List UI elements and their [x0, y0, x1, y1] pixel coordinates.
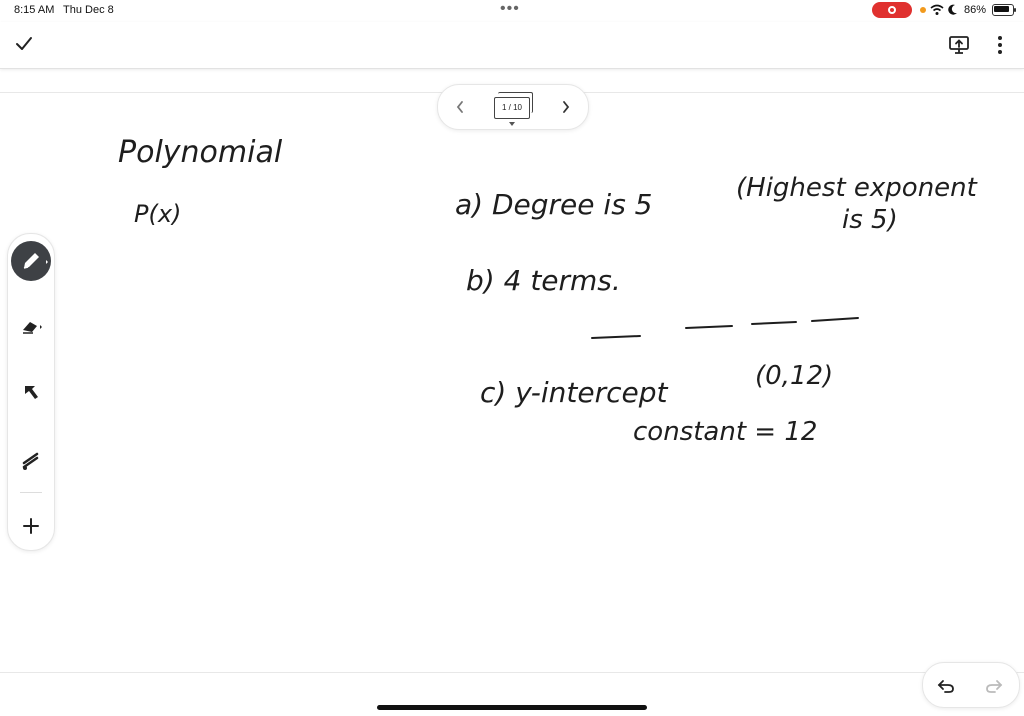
tool-palette	[7, 233, 55, 551]
ink-blank-2	[685, 325, 733, 329]
undo-redo-group	[922, 662, 1020, 708]
laser-icon[interactable]	[19, 448, 43, 472]
undo-icon[interactable]	[935, 674, 957, 696]
ink-line-a: a) Degree is 5	[455, 188, 653, 221]
pen-tool-button[interactable]	[11, 241, 51, 281]
add-icon[interactable]	[19, 514, 43, 538]
ink-line-a-note: (Highest exponent	[736, 173, 978, 203]
ink-line-c: c) y-intercept	[480, 376, 669, 409]
notes-app-screen: 8:15 AM Thu Dec 8 ••• 86% 1 / 10 Polynom…	[0, 0, 1024, 716]
ink-blank-3	[751, 321, 797, 325]
ink-line-b: b) 4 terms.	[466, 264, 621, 297]
ink-line-c-point: (0,12)	[755, 361, 833, 391]
ink-line-c2: constant = 12	[633, 417, 817, 447]
select-arrow-icon[interactable]	[19, 380, 43, 404]
ink-line-a-note2: is 5)	[842, 205, 898, 235]
ink-title: Polynomial	[118, 135, 283, 170]
home-indicator[interactable]	[377, 705, 647, 710]
ink-blank-1	[591, 335, 641, 339]
ink-canvas[interactable]: Polynomial P(x) a) Degree is 5 (Highest …	[0, 0, 1024, 716]
palette-divider	[20, 492, 42, 493]
pen-icon	[23, 253, 48, 269]
eraser-icon[interactable]	[19, 314, 43, 338]
ink-function: P(x)	[134, 200, 181, 228]
ink-blank-4	[811, 317, 859, 322]
redo-icon[interactable]	[983, 674, 1005, 696]
